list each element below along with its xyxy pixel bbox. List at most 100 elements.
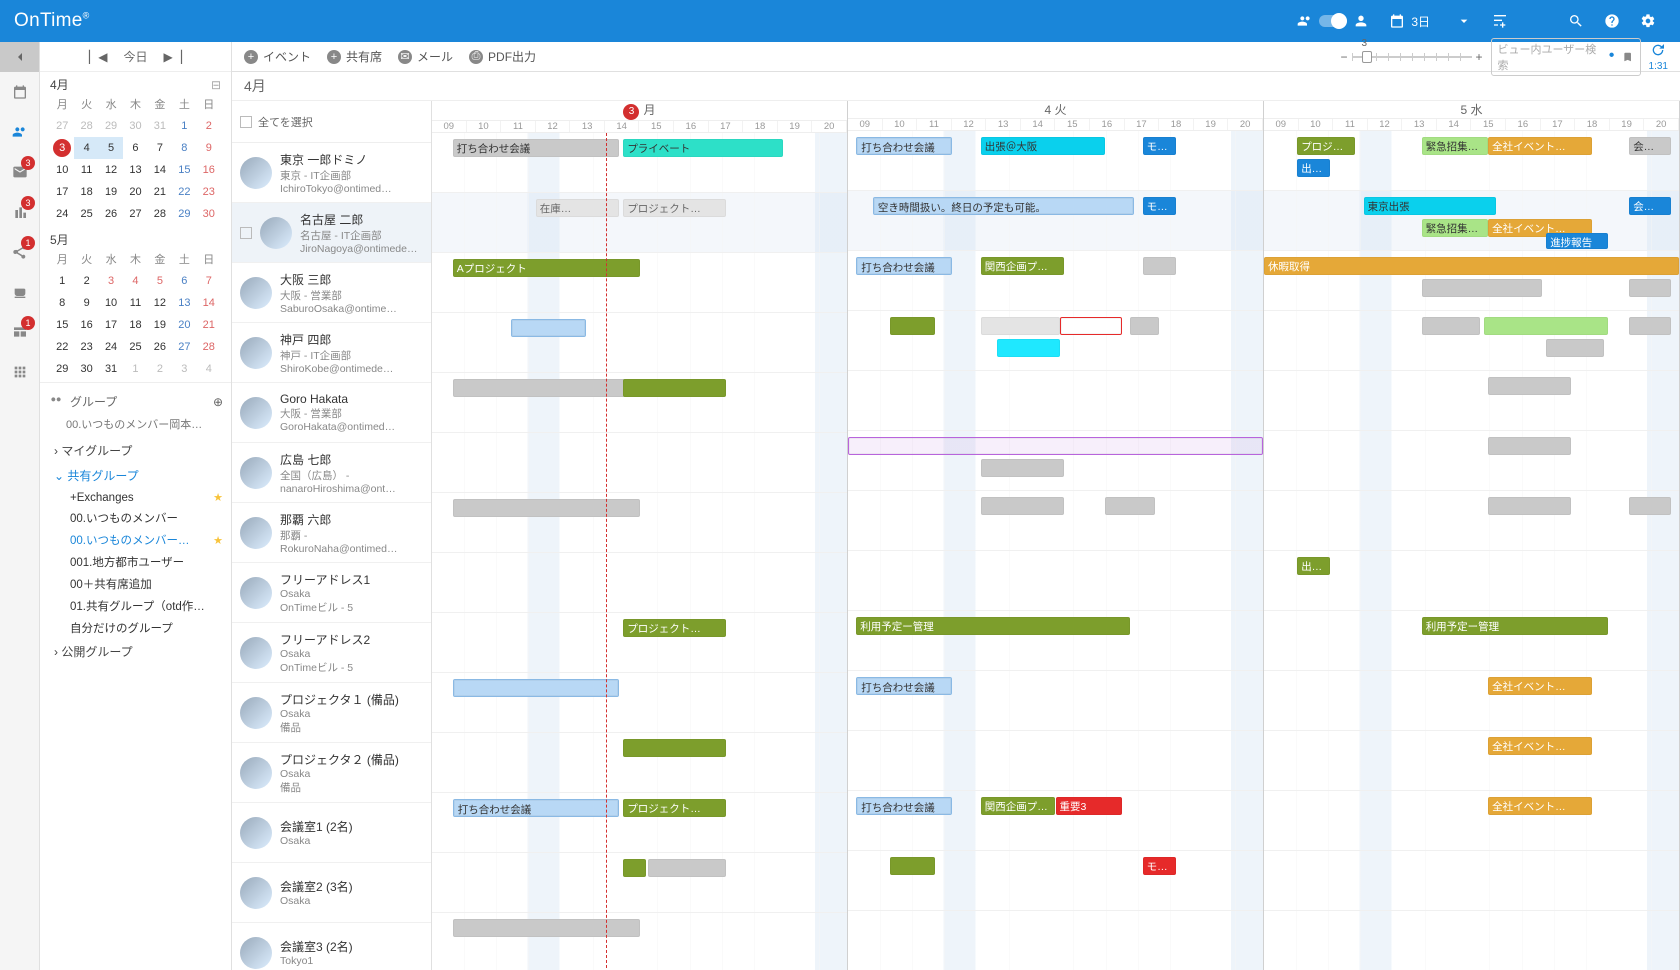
timeline-row[interactable] xyxy=(432,553,847,613)
timeline-row[interactable] xyxy=(432,373,847,433)
timeline-row[interactable]: 出… xyxy=(1264,551,1679,611)
settings-sliders-button[interactable] xyxy=(1482,0,1518,42)
toggle-switch[interactable] xyxy=(1319,15,1347,27)
tree-mygroup[interactable]: › マイグループ xyxy=(48,438,223,463)
cal-day[interactable]: 21 xyxy=(148,181,172,203)
cal-day[interactable]: 20 xyxy=(123,181,147,203)
cal-day[interactable]: 14 xyxy=(197,292,221,314)
cal-day[interactable]: 1 xyxy=(123,358,147,380)
mail-button[interactable]: ✉メール xyxy=(398,48,453,65)
timeline-row[interactable] xyxy=(848,551,1263,611)
event[interactable]: 在庫… xyxy=(536,199,619,217)
timeline-row[interactable] xyxy=(1264,311,1679,371)
cal-day[interactable]: 20 xyxy=(172,314,196,336)
event[interactable]: 打ち合わせ会議 xyxy=(453,799,619,817)
view-range-button[interactable]: 3日 xyxy=(1379,0,1482,42)
cal-day[interactable]: 15 xyxy=(172,159,196,181)
cal-day[interactable]: 1 xyxy=(172,115,196,137)
event[interactable] xyxy=(981,497,1064,515)
tree-shared[interactable]: ⌄ 共有グループ xyxy=(48,463,223,488)
cal-day[interactable]: 2 xyxy=(197,115,221,137)
cal-day[interactable]: 24 xyxy=(99,336,123,358)
event[interactable]: 出… xyxy=(1297,557,1330,575)
cal-day[interactable]: 26 xyxy=(148,336,172,358)
cal-day[interactable]: 26 xyxy=(99,203,123,225)
event[interactable] xyxy=(1422,317,1480,335)
cal-day[interactable]: 10 xyxy=(50,159,74,181)
cal-day[interactable]: 22 xyxy=(172,181,196,203)
cal-day[interactable]: 6 xyxy=(123,137,147,159)
cal-day[interactable]: 29 xyxy=(99,115,123,137)
cal-day[interactable]: 28 xyxy=(197,336,221,358)
cal-day[interactable]: 5 xyxy=(148,270,172,292)
event[interactable]: 全社イベント… xyxy=(1488,737,1592,755)
cal-day[interactable]: 6 xyxy=(172,270,196,292)
event[interactable]: 休暇取得 xyxy=(1264,257,1679,275)
timeline-row[interactable]: Aプロジェクト xyxy=(432,253,847,313)
event[interactable]: プライベート xyxy=(623,139,783,157)
event[interactable]: 関西企画プ… xyxy=(981,797,1056,815)
event[interactable]: 進捗報告 xyxy=(1546,233,1608,249)
timeline-row[interactable]: 利用予定ー管理 xyxy=(848,611,1263,671)
event[interactable]: 全社イベント… xyxy=(1488,797,1592,815)
add-shared-button[interactable]: +共有席 xyxy=(327,48,382,65)
cal-day[interactable]: 17 xyxy=(99,314,123,336)
cal-day[interactable]: 11 xyxy=(74,159,98,181)
cal-day[interactable]: 12 xyxy=(99,159,123,181)
minical-collapse-icon[interactable]: ⊟ xyxy=(211,78,221,92)
event[interactable] xyxy=(453,499,640,517)
event[interactable]: 全社イベント… xyxy=(1488,137,1592,155)
timeline-row[interactable]: プロジェ…出…緊急招集…全社イベント…会… xyxy=(1264,131,1679,191)
event[interactable] xyxy=(1629,317,1671,335)
event[interactable]: プロジェ… xyxy=(1297,137,1355,155)
event[interactable] xyxy=(453,679,619,697)
event[interactable] xyxy=(997,339,1059,357)
event[interactable]: 緊急招集… xyxy=(1422,219,1488,237)
event[interactable]: 関西企画プ… xyxy=(981,257,1064,275)
event[interactable]: 利用予定ー管理 xyxy=(1422,617,1609,635)
cal-day[interactable]: 28 xyxy=(148,203,172,225)
refresh-button[interactable]: 1:31 xyxy=(1649,42,1668,72)
timeline-row[interactable]: 打ち合わせ会議関西企画プ… xyxy=(848,251,1263,311)
user-row[interactable]: プロジェクタ２ (備品)Osaka備品 xyxy=(232,743,431,803)
tree-public[interactable]: › 公開グループ xyxy=(48,639,223,664)
user-row[interactable]: 東京 一郎ドミノ東京 - IT企画部IchiroTokyo@ontimed… xyxy=(232,143,431,203)
nav-mail[interactable]: 3 xyxy=(0,152,39,192)
event[interactable] xyxy=(623,859,646,877)
group-leaf[interactable]: 01.共有グループ（otd作… xyxy=(48,595,223,617)
cal-day[interactable]: 4 xyxy=(74,137,98,159)
timeline-row[interactable]: 打ち合わせ会議プロジェクト… xyxy=(432,793,847,853)
timeline-row[interactable]: 利用予定ー管理 xyxy=(1264,611,1679,671)
nav-stats[interactable]: 3 xyxy=(0,192,39,232)
event[interactable] xyxy=(1488,497,1571,515)
today-button[interactable]: 今日 xyxy=(123,48,147,65)
search-button[interactable] xyxy=(1558,0,1594,42)
timeline-row[interactable]: 東京出張緊急招集…全社イベント…会…進捗報告 xyxy=(1264,191,1679,251)
add-event-button[interactable]: +イベント xyxy=(244,48,311,65)
event[interactable]: 出… xyxy=(1297,159,1330,177)
cal-day[interactable]: 7 xyxy=(197,270,221,292)
event[interactable] xyxy=(1484,317,1609,335)
user-row[interactable]: フリーアドレス2OsakaOnTimeビル - 5 xyxy=(232,623,431,683)
event[interactable]: 東京出張 xyxy=(1364,197,1497,215)
user-row[interactable]: 大阪 三郎大阪 - 営業部SaburoOsaka@ontime… xyxy=(232,263,431,323)
zoom-slider[interactable]: − 3 + xyxy=(1341,50,1483,64)
cal-day[interactable]: 22 xyxy=(50,336,74,358)
event[interactable]: モ… xyxy=(1143,857,1176,875)
event[interactable]: 会… xyxy=(1629,137,1671,155)
event[interactable]: 全社イベント… xyxy=(1488,677,1592,695)
cal-day[interactable]: 18 xyxy=(123,314,147,336)
timeline-row[interactable]: 打ち合わせ会議プライベート xyxy=(432,133,847,193)
event[interactable]: 重要3 xyxy=(1056,797,1122,815)
cal-day[interactable]: 4 xyxy=(123,270,147,292)
user-search-input[interactable]: ビュー内ユーザー検索 xyxy=(1491,38,1641,76)
cal-day[interactable]: 31 xyxy=(148,115,172,137)
event[interactable]: プロジェクト… xyxy=(623,199,726,217)
cal-day[interactable]: 16 xyxy=(74,314,98,336)
cal-day[interactable]: 17 xyxy=(50,181,74,203)
user-row[interactable]: 会議室1 (2名)Osaka xyxy=(232,803,431,863)
nav-calendar[interactable] xyxy=(0,72,39,112)
timeline-row[interactable]: プロジェクト… xyxy=(432,613,847,673)
add-group-button[interactable]: ⊕ xyxy=(213,395,223,409)
cal-day[interactable]: 3 xyxy=(99,270,123,292)
